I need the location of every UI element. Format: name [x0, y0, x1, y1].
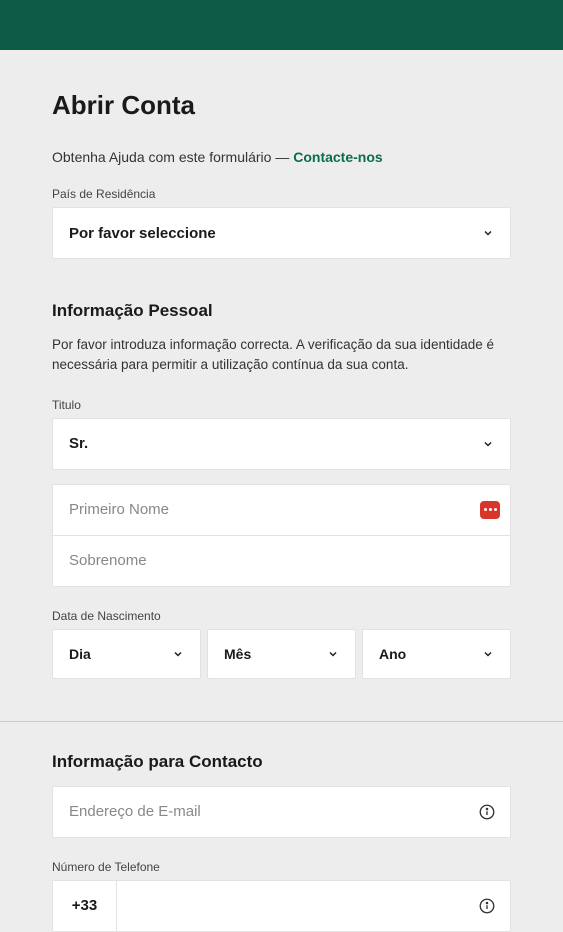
email-input[interactable] — [53, 787, 478, 837]
help-text: Obtenha Ajuda com este formulário — — [52, 149, 293, 165]
chevron-down-icon — [482, 648, 494, 660]
dob-row: Dia Mês Ano — [52, 629, 511, 679]
info-icon[interactable] — [478, 803, 496, 821]
phone-input[interactable] — [117, 881, 478, 931]
contact-section: Informação para Contacto Número de Telef… — [52, 752, 511, 932]
page-title: Abrir Conta — [52, 90, 511, 121]
email-input-wrapper — [52, 786, 511, 838]
chevron-down-icon — [482, 227, 494, 239]
chevron-down-icon — [327, 648, 339, 660]
first-name-input[interactable] — [53, 485, 510, 535]
chevron-down-icon — [482, 438, 494, 450]
dob-year-value: Ano — [379, 646, 406, 662]
title-select-value: Sr. — [69, 435, 88, 452]
info-icon[interactable] — [478, 897, 496, 915]
phone-prefix-select[interactable]: +33 — [53, 881, 117, 931]
form-content: Abrir Conta Obtenha Ajuda com este formu… — [0, 50, 563, 932]
residence-select-value: Por favor seleccione — [69, 225, 216, 242]
contact-section-title: Informação para Contacto — [52, 752, 511, 772]
residence-select[interactable]: Por favor seleccione — [52, 207, 511, 259]
phone-label: Número de Telefone — [52, 860, 511, 874]
personal-section-desc: Por favor introduza informação correcta.… — [52, 335, 511, 376]
app-header — [0, 0, 563, 50]
chevron-down-icon — [172, 648, 184, 660]
section-divider — [0, 721, 563, 722]
contact-us-link[interactable]: Contacte-nos — [293, 149, 382, 165]
phone-prefix-value: +33 — [72, 897, 97, 914]
phone-input-wrapper: +33 — [52, 880, 511, 932]
dob-day-select[interactable]: Dia — [52, 629, 201, 679]
help-line: Obtenha Ajuda com este formulário — Cont… — [52, 149, 511, 165]
dob-label: Data de Nascimento — [52, 609, 511, 623]
dob-month-select[interactable]: Mês — [207, 629, 356, 679]
password-manager-icon[interactable] — [480, 501, 500, 519]
residence-label: País de Residência — [52, 187, 511, 201]
dob-month-value: Mês — [224, 646, 251, 662]
title-select[interactable]: Sr. — [52, 418, 511, 470]
dob-day-value: Dia — [69, 646, 91, 662]
name-input-group — [52, 484, 511, 587]
personal-section-title: Informação Pessoal — [52, 301, 511, 321]
dob-year-select[interactable]: Ano — [362, 629, 511, 679]
title-label: Titulo — [52, 398, 511, 412]
last-name-input[interactable] — [53, 536, 510, 586]
